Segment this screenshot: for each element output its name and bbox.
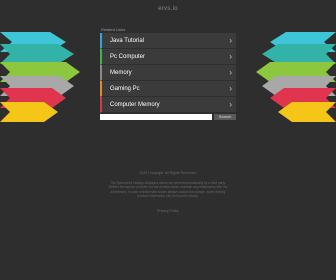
related-link-java-tutorial[interactable]: Java Tutorial › <box>100 33 236 49</box>
site-title: ervs.io <box>158 6 178 12</box>
chevron-right-icon: › <box>229 84 232 93</box>
chevron-right-icon: › <box>229 36 232 45</box>
related-link-label: Java Tutorial <box>110 38 145 44</box>
related-link-gaming-pc[interactable]: Gaming Pc › <box>100 81 236 97</box>
search-bar: Search <box>100 114 236 120</box>
copyright-text: 2023 Copyright. All Rights Reserved. <box>139 171 197 175</box>
wing-left-teal <box>0 44 74 64</box>
chevron-right-icon: › <box>229 52 232 61</box>
related-links-panel: Related Links Java Tutorial › Pc Compute… <box>100 26 236 113</box>
panel-header: Related Links <box>101 27 126 32</box>
search-button[interactable]: Search <box>214 114 236 120</box>
related-link-label: Computer Memory <box>110 102 160 108</box>
related-link-label: Memory <box>110 70 132 76</box>
related-link-label: Gaming Pc <box>110 86 140 92</box>
search-input[interactable] <box>100 114 212 120</box>
chevron-right-icon: › <box>229 100 232 109</box>
privacy-policy-link[interactable]: Privacy Policy <box>0 209 336 213</box>
related-links-list: Java Tutorial › Pc Computer › Memory › G… <box>100 33 236 113</box>
wing-right-teal <box>262 44 336 64</box>
related-link-label: Pc Computer <box>110 54 146 60</box>
related-link-memory[interactable]: Memory › <box>100 65 236 81</box>
related-link-computer-memory[interactable]: Computer Memory › <box>100 97 236 113</box>
chevron-right-icon: › <box>229 68 232 77</box>
related-link-pc-computer[interactable]: Pc Computer › <box>100 49 236 65</box>
disclaimer-text: The Sponsored Listings displayed above a… <box>108 181 228 198</box>
